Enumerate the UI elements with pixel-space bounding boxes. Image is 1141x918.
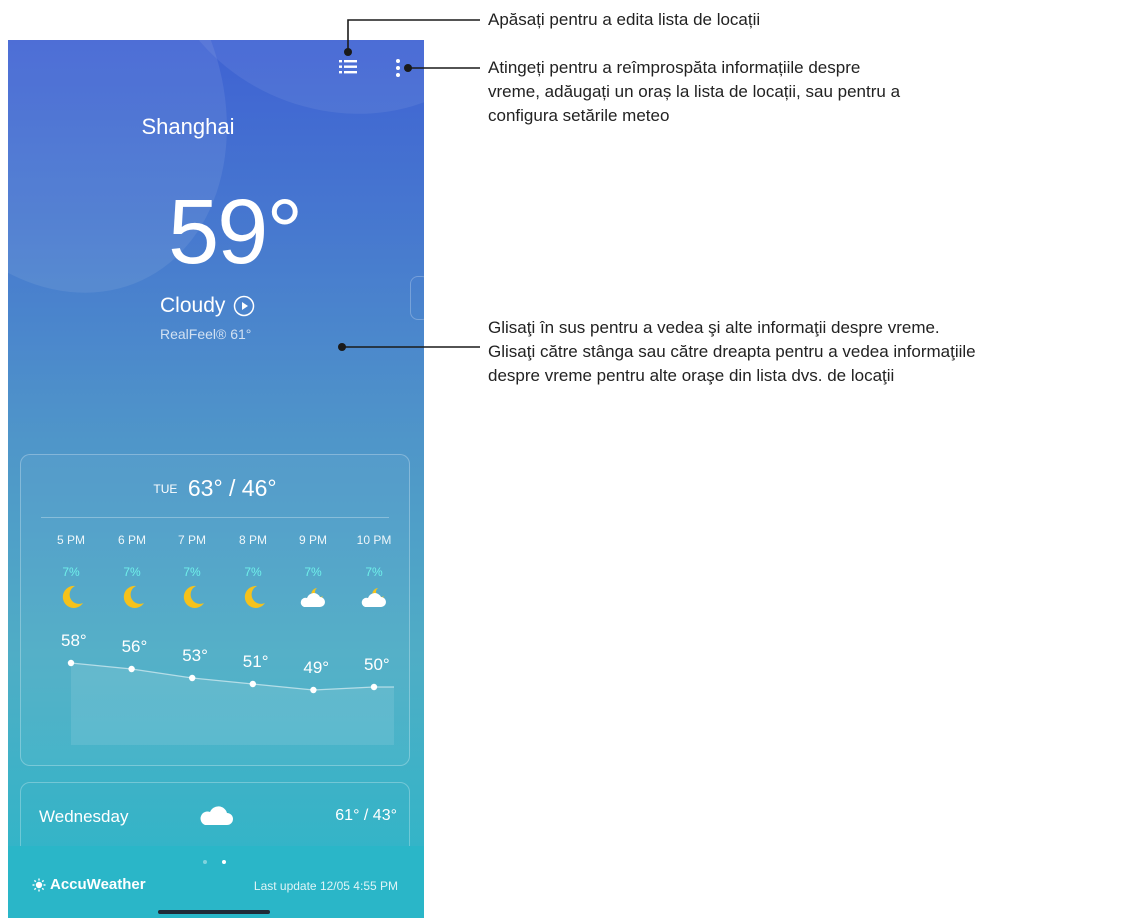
annotation-line: vreme, adăugați un oraș la lista de loca…: [488, 82, 901, 101]
hour-precip: 7%: [365, 565, 383, 579]
day-high-low: 63° / 46°: [187, 475, 277, 501]
home-indicator[interactable]: [158, 910, 270, 914]
current-temperature: 59°: [168, 181, 303, 283]
hour-temperature: 49°: [303, 658, 330, 677]
hour-column: 9 PM 7%: [289, 533, 337, 611]
page-indicator-dot-active: [222, 860, 226, 864]
annotation-line: despre vreme pentru alte oraşe din lista…: [488, 366, 895, 385]
daily-high-low: 61° / 43°: [335, 807, 397, 824]
sun-icon: [32, 878, 46, 891]
annotation-line: configura setările meteo: [488, 106, 670, 125]
annotation-line: Atingeți pentru a reîmprospăta informați…: [488, 58, 861, 77]
hour-time: 6 PM: [117, 533, 146, 547]
footer-bar: AccuWeather Last update 12/05 4:55 PM: [8, 846, 424, 918]
moon-icon: [123, 585, 144, 608]
hour-precip: 7%: [123, 565, 141, 579]
accuweather-label: AccuWeather: [50, 876, 146, 893]
weather-screen[interactable]: Shanghai 59° Cloudy RealFeel® 61° TUE 63…: [8, 40, 424, 918]
temperature-point: [67, 659, 75, 667]
annotation-menu: Atingeți pentru a reîmprospăta informați…: [488, 56, 900, 128]
moon-icon: [244, 585, 265, 608]
hour-temperature: 50°: [364, 655, 390, 674]
condition-label: Cloudy: [160, 294, 226, 317]
daily-day-name: Wednesday: [39, 807, 129, 826]
temperature-point: [189, 674, 196, 682]
edge-handle[interactable]: [410, 276, 424, 320]
hourly-temperature-graph: [67, 659, 394, 745]
hour-time: 5 PM: [56, 533, 85, 547]
hour-temperature: 58°: [61, 631, 87, 650]
hour-column: 7 PM 7%: [168, 533, 216, 611]
moon-icon: [183, 585, 204, 608]
hour-precip: 7%: [244, 565, 262, 579]
divider: [41, 517, 389, 518]
realfeel-label: RealFeel® 61°: [160, 326, 252, 342]
accuweather-logo[interactable]: AccuWeather: [32, 876, 146, 893]
page-indicator-dot: [203, 860, 207, 864]
cloudy-night-icon: [361, 588, 386, 607]
cloudy-night-icon: [300, 588, 325, 607]
more-options-icon[interactable]: [394, 58, 402, 78]
hour-time: 7 PM: [177, 533, 206, 547]
hour-column: 10 PM 7%: [350, 533, 398, 611]
location-list-icon[interactable]: [339, 60, 357, 74]
hour-column: 8 PM 7%: [229, 533, 277, 611]
annotation-line: Apăsați pentru a edita lista de locații: [488, 10, 761, 29]
play-icon[interactable]: [233, 295, 255, 317]
moon-icon: [62, 585, 83, 608]
city-name: Shanghai: [141, 114, 235, 139]
hour-column: 5 PM 7%: [47, 533, 95, 611]
last-update-label: Last update 12/05 4:55 PM: [253, 879, 398, 893]
condition-row: Cloudy: [160, 294, 255, 318]
temperature-point: [128, 665, 135, 673]
cloud-icon: [200, 806, 233, 825]
hour-precip: 7%: [62, 565, 80, 579]
annotation-list: Apăsați pentru a edita lista de locații: [488, 8, 760, 32]
hour-time: 9 PM: [298, 533, 327, 547]
day-name: TUE: [153, 481, 178, 496]
day-summary: TUE 63° / 46°: [21, 475, 409, 502]
hour-temperature: 53°: [182, 646, 208, 665]
hour-precip: 7%: [304, 565, 322, 579]
annotation-line: Glisaţi către stânga sau către dreapta p…: [488, 342, 976, 361]
hour-temperature: 51°: [242, 652, 269, 671]
annotation-line: Glisaţi în sus pentru a vedea şi alte in…: [488, 318, 940, 337]
hour-column: 6 PM 7%: [108, 533, 156, 611]
temperature-point: [310, 686, 317, 694]
annotation-swipe: Glisaţi în sus pentru a vedea şi alte in…: [488, 316, 976, 388]
temperature-area: [71, 663, 394, 745]
hour-temperature: 56°: [121, 637, 148, 656]
hourly-forecast-card[interactable]: TUE 63° / 46° 5 PM 7% 6 PM 7% 7 PM 7% 8 …: [20, 454, 410, 766]
temperature-point: [249, 680, 256, 688]
hour-precip: 7%: [183, 565, 201, 579]
hour-time: 10 PM: [356, 533, 392, 547]
temperature-point: [370, 683, 378, 691]
hour-time: 8 PM: [238, 533, 267, 547]
